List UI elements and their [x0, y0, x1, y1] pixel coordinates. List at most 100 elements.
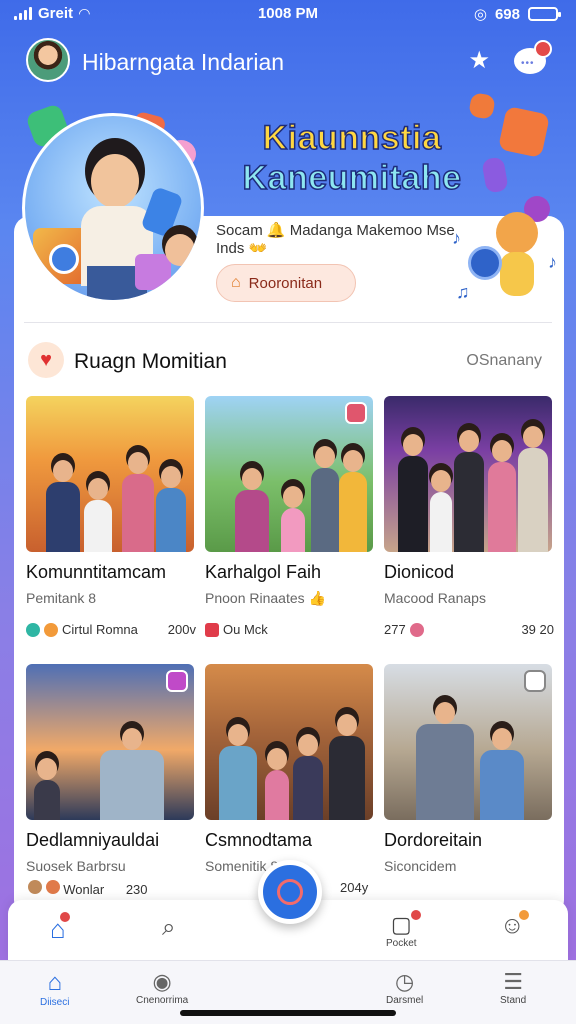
app-header: Hibarngata Indarian ★ ••• [22, 36, 554, 90]
avatar-mini-icon [45, 880, 60, 894]
person [235, 490, 269, 552]
community-card[interactable]: Dedlamniyauldai Suosek Barbrsu [26, 664, 196, 874]
banner-action-button[interactable]: ⌂ Rooronitan [216, 264, 356, 302]
music-note-deco-icon [481, 156, 509, 194]
card-subtitle: Suosek Barbrsu [26, 858, 126, 874]
tab-label: Cnenorrima [136, 995, 189, 1006]
tab-history[interactable]: ◷ Darsmel [386, 969, 423, 1006]
card-image [26, 396, 194, 552]
gift-icon [205, 622, 219, 637]
community-card[interactable]: Dionicod Macood Ranaps 277 39 20 [384, 396, 554, 637]
person [122, 474, 154, 552]
page-title: Hibarngata Indarian [82, 49, 285, 75]
divider [24, 322, 552, 323]
music-note-icon: ♫ [456, 282, 470, 302]
camera-deco-icon [468, 92, 496, 120]
notification-badge [57, 910, 72, 924]
heart-icon: ♥ [28, 342, 64, 378]
record-icon [468, 246, 502, 280]
card-meta-right: 39 20 [521, 622, 554, 637]
card-image [26, 664, 194, 820]
mascot-illustration [468, 212, 552, 304]
banner-title-line1: Kiaunnstia [262, 118, 442, 158]
section-title: Ruagn Momitian [74, 350, 227, 373]
home-icon: ⌂ [47, 969, 62, 996]
card-meta: 277 39 20 [384, 622, 554, 637]
card-image [384, 396, 552, 552]
person [339, 472, 367, 552]
star-icon[interactable]: ★ [468, 46, 490, 75]
card-title: Komunntitamcam [26, 562, 167, 582]
person [46, 482, 80, 552]
person [416, 724, 474, 820]
card-meta-right: 204y [340, 880, 369, 895]
card-image [205, 664, 373, 820]
card-meta: Wonlar 230 [28, 880, 148, 897]
card-subtitle: Macood Ranaps [384, 590, 486, 606]
menu-icon: ☰ [503, 969, 523, 994]
card-title: Dionicod [384, 562, 455, 582]
tab-label: Stand [500, 995, 527, 1006]
person [518, 448, 548, 552]
card-title: Csmnodtama [205, 830, 313, 850]
community-card[interactable]: Dordoreitain Siconcidem [384, 664, 554, 874]
community-card[interactable]: Komunntitamcam Pemitank 8 Cirtul Romna 2… [26, 396, 196, 637]
music-box-deco-icon [497, 105, 551, 159]
channels-icon: ◉ [152, 969, 172, 994]
card-meta-left: 277 [384, 622, 406, 637]
banner-title-line2: Kaneumitahe [242, 158, 462, 198]
tab-pocket[interactable]: ▢ Pocket [386, 908, 423, 949]
tab-home[interactable]: ⌂ [50, 910, 72, 945]
battery-icon [528, 7, 561, 21]
community-card[interactable]: Karhalgol Faih Pnoon Rinaates 👍 Ou Mck [205, 396, 375, 637]
card-image [384, 664, 552, 820]
camera-badge-icon [345, 402, 367, 424]
search-icon: ⌕ [162, 914, 176, 941]
banner-subtitle: Socam 🔔 Madanga Makemoo Mse Inds 👐 [216, 222, 455, 257]
music-note-icon: ♪ [452, 228, 461, 248]
card-image [205, 396, 373, 552]
person [488, 462, 516, 552]
emoji-icon [44, 622, 58, 637]
card-subtitle: Pnoon Rinaates 👍 [205, 590, 326, 606]
record-button-icon [277, 879, 303, 905]
banner-button-label: Rooronitan [248, 274, 323, 292]
card-subtitle: Pemitank 8 [26, 590, 97, 606]
notification-badge [516, 908, 531, 922]
tab-channels[interactable]: ◉ Cnenorrima [136, 969, 188, 1006]
toy-box-icon [135, 254, 171, 290]
tab-label: Diiseci [40, 997, 70, 1008]
person [293, 756, 323, 820]
device-icon [140, 186, 184, 238]
card-title: Dedlamniyauldai [26, 830, 160, 850]
group-icon [26, 622, 40, 637]
person [84, 500, 112, 552]
card-meta-right: 200v [167, 622, 196, 637]
mascot-head [496, 212, 538, 254]
notification-badge [408, 908, 423, 922]
settings-badge-icon [524, 670, 546, 692]
notification-dot [534, 40, 552, 58]
card-meta-right: 230 [125, 882, 148, 897]
hero-illustration [22, 113, 204, 303]
card-meta-left: Ou Mck [223, 622, 268, 637]
clock-icon: ◷ [395, 969, 415, 994]
tab-home-2[interactable]: ⌂ Diiseci [40, 969, 69, 1008]
tab-menu[interactable]: ☰ Stand [500, 969, 526, 1006]
card-meta: Ou Mck [205, 622, 375, 637]
card-meta-left: Wonlar [63, 882, 105, 897]
hero-woman-head [91, 154, 139, 208]
avatar[interactable] [26, 38, 70, 82]
see-all-link[interactable]: OSnanany [466, 352, 542, 370]
card-subtitle: Siconcidem [384, 858, 457, 874]
person [219, 746, 257, 820]
tab-profile[interactable]: ☺ [500, 908, 531, 940]
tab-search[interactable]: ⌕ [162, 914, 175, 942]
person [454, 452, 484, 552]
community-card[interactable]: Csmnodtama Somenitik 8 [205, 664, 375, 874]
center-action-button[interactable] [258, 860, 322, 924]
person [156, 488, 186, 552]
person [100, 750, 164, 820]
chat-icon[interactable]: ••• [514, 40, 552, 74]
person [430, 492, 452, 552]
